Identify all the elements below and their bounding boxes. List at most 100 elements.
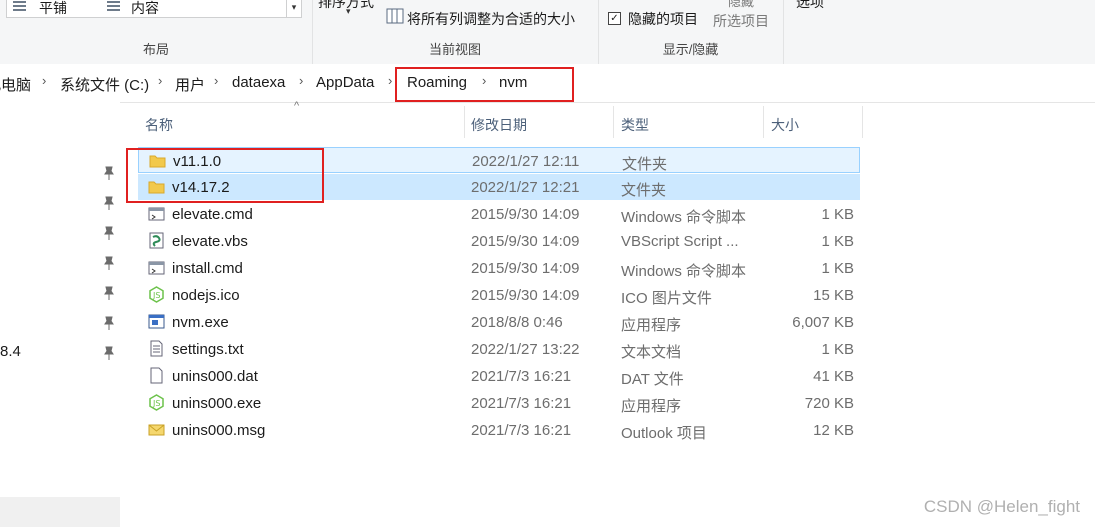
file-date: 2015/9/30 14:09 <box>471 287 580 304</box>
pin-icon[interactable] <box>103 346 115 360</box>
file-type: 应用程序 <box>621 398 682 415</box>
layout-more-button[interactable]: ▾ <box>286 0 301 17</box>
column-divider[interactable] <box>464 106 465 138</box>
content-icon <box>107 1 120 12</box>
breadcrumb-dataexa[interactable]: dataexa <box>232 74 285 91</box>
sort-chevron-icon: ▾ <box>346 6 351 16</box>
navigation-pane: 8.4 <box>0 102 120 527</box>
file-row[interactable]: nvm.exe 2018/8/8 0:46 应用程序 6,007 KB <box>138 309 860 335</box>
show-hide-label: 显示/隐藏 <box>662 42 719 57</box>
file-name[interactable]: elevate.vbs <box>172 233 248 250</box>
file-name[interactable]: nvm.exe <box>172 314 229 331</box>
hidden-items-checkbox[interactable]: ✓ <box>608 12 621 25</box>
file-name[interactable]: nodejs.ico <box>172 287 240 304</box>
fit-columns-icon <box>386 8 404 24</box>
vbs-file-icon <box>149 232 164 249</box>
layout-group-label: 布局 <box>142 42 169 57</box>
node-icon: JS <box>149 286 164 303</box>
pin-icon[interactable] <box>103 286 115 300</box>
pin-icon[interactable] <box>103 196 115 210</box>
breadcrumb-users[interactable]: 用户 <box>175 74 205 95</box>
file-type: 文件夹 <box>621 182 667 199</box>
file-type: Windows 命令脚本 <box>621 209 747 226</box>
column-size[interactable]: 大小 <box>771 115 799 135</box>
file-type: ICO 图片文件 <box>621 290 712 307</box>
file-date: 2021/7/3 16:21 <box>471 395 572 412</box>
file-size: 1 KB <box>821 233 854 250</box>
file-size: 1 KB <box>821 341 854 358</box>
file-date: 2015/9/30 14:09 <box>471 260 580 277</box>
watermark: CSDN @Helen_fight <box>923 497 1080 516</box>
file-date: 2021/7/3 16:21 <box>471 368 572 385</box>
file-name[interactable]: unins000.msg <box>172 422 265 439</box>
fit-columns-button[interactable]: 将所有列调整为合适的大小 <box>407 9 575 29</box>
show-hide-group: ✓ 隐藏的项目 隐藏 所选项目 显示/隐藏 <box>598 0 784 64</box>
file-row[interactable]: JS nodejs.ico 2015/9/30 14:09 ICO 图片文件 1… <box>138 282 860 308</box>
file-row[interactable]: unins000.dat 2021/7/3 16:21 DAT 文件 41 KB <box>138 363 860 389</box>
file-row[interactable]: elevate.vbs 2015/9/30 14:09 VBScript Scr… <box>138 228 860 254</box>
file-size: 720 KB <box>804 395 854 412</box>
file-row[interactable]: elevate.cmd 2015/9/30 14:09 Windows 命令脚本… <box>138 201 860 227</box>
svg-text:JS: JS <box>152 399 160 408</box>
node-icon: JS <box>149 394 164 411</box>
column-name[interactable]: 名称 <box>145 115 173 135</box>
text-file-icon <box>150 340 163 357</box>
file-name[interactable]: install.cmd <box>172 260 243 277</box>
layout-tiles[interactable]: 平铺 <box>39 0 67 18</box>
file-row[interactable]: settings.txt 2022/1/27 13:22 文本文档 1 KB <box>138 336 860 362</box>
file-date: 2022/1/27 13:22 <box>471 341 580 358</box>
file-row[interactable]: JS unins000.exe 2021/7/3 16:21 应用程序 720 … <box>138 390 860 416</box>
file-date: 2015/9/30 14:09 <box>471 233 580 250</box>
column-divider[interactable] <box>613 106 614 138</box>
hide-button[interactable]: 隐藏 <box>728 0 754 10</box>
file-type: 文件夹 <box>622 156 668 173</box>
file-type: VBScript Script ... <box>621 233 739 250</box>
column-type[interactable]: 类型 <box>621 115 649 135</box>
column-header-bar: ^ 名称 修改日期 类型 大小 <box>128 100 863 138</box>
file-name[interactable]: settings.txt <box>172 341 244 358</box>
layout-group: 平铺 内容 ▾ 布局 <box>0 0 313 64</box>
current-view-group: 排序方式 ▾ 将所有列调整为合适的大小 当前视图 <box>312 0 599 64</box>
breadcrumb-this-pc[interactable]: 此电脑 <box>0 74 31 95</box>
pin-icon[interactable] <box>103 226 115 240</box>
hide-selected-button[interactable]: 所选项目 <box>713 11 769 31</box>
file-row[interactable]: install.cmd 2015/9/30 14:09 Windows 命令脚本… <box>138 255 860 281</box>
sort-ascending-icon: ^ <box>294 100 300 112</box>
file-name[interactable]: unins000.dat <box>172 368 258 385</box>
exe-icon <box>148 314 165 329</box>
navigation-pane-footer <box>0 497 120 527</box>
file-size: 1 KB <box>821 206 854 223</box>
pin-icon[interactable] <box>103 166 115 180</box>
file-size: 1 KB <box>821 260 854 277</box>
file-name[interactable]: elevate.cmd <box>172 206 253 223</box>
chevron-right-icon[interactable]: › <box>388 73 392 88</box>
column-divider[interactable] <box>763 106 764 138</box>
tiles-icon <box>13 1 26 12</box>
layout-content[interactable]: 内容 <box>131 0 159 18</box>
chevron-right-icon[interactable]: › <box>214 73 218 88</box>
file-date: 2021/7/3 16:21 <box>471 422 572 439</box>
column-date[interactable]: 修改日期 <box>471 115 527 135</box>
file-size: 15 KB <box>813 287 854 304</box>
pin-icon[interactable] <box>103 316 115 330</box>
highlight-box-versions <box>126 148 324 203</box>
breadcrumb-c-drive[interactable]: 系统文件 (C:) <box>60 74 149 95</box>
chevron-right-icon[interactable]: › <box>158 73 162 88</box>
options-button[interactable]: 选项 <box>796 0 824 12</box>
breadcrumb-appdata[interactable]: AppData <box>316 74 374 91</box>
nav-item-partial[interactable]: 8.4 <box>0 343 21 360</box>
file-name[interactable]: unins000.exe <box>172 395 261 412</box>
chevron-right-icon[interactable]: › <box>299 73 303 88</box>
file-row[interactable]: unins000.msg 2021/7/3 16:21 Outlook 项目 1… <box>138 417 860 443</box>
pin-icon[interactable] <box>103 256 115 270</box>
chevron-right-icon[interactable]: › <box>42 73 46 88</box>
cmd-file-icon <box>148 207 165 221</box>
column-divider[interactable] <box>862 106 863 138</box>
file-size: 6,007 KB <box>792 314 854 331</box>
svg-text:JS: JS <box>152 291 160 300</box>
file-type: 应用程序 <box>621 317 682 334</box>
file-date: 2018/8/8 0:46 <box>471 314 563 331</box>
file-type: Windows 命令脚本 <box>621 263 747 280</box>
hidden-items-label[interactable]: 隐藏的项目 <box>628 9 698 29</box>
layout-gallery[interactable]: 平铺 内容 ▾ <box>6 0 302 18</box>
